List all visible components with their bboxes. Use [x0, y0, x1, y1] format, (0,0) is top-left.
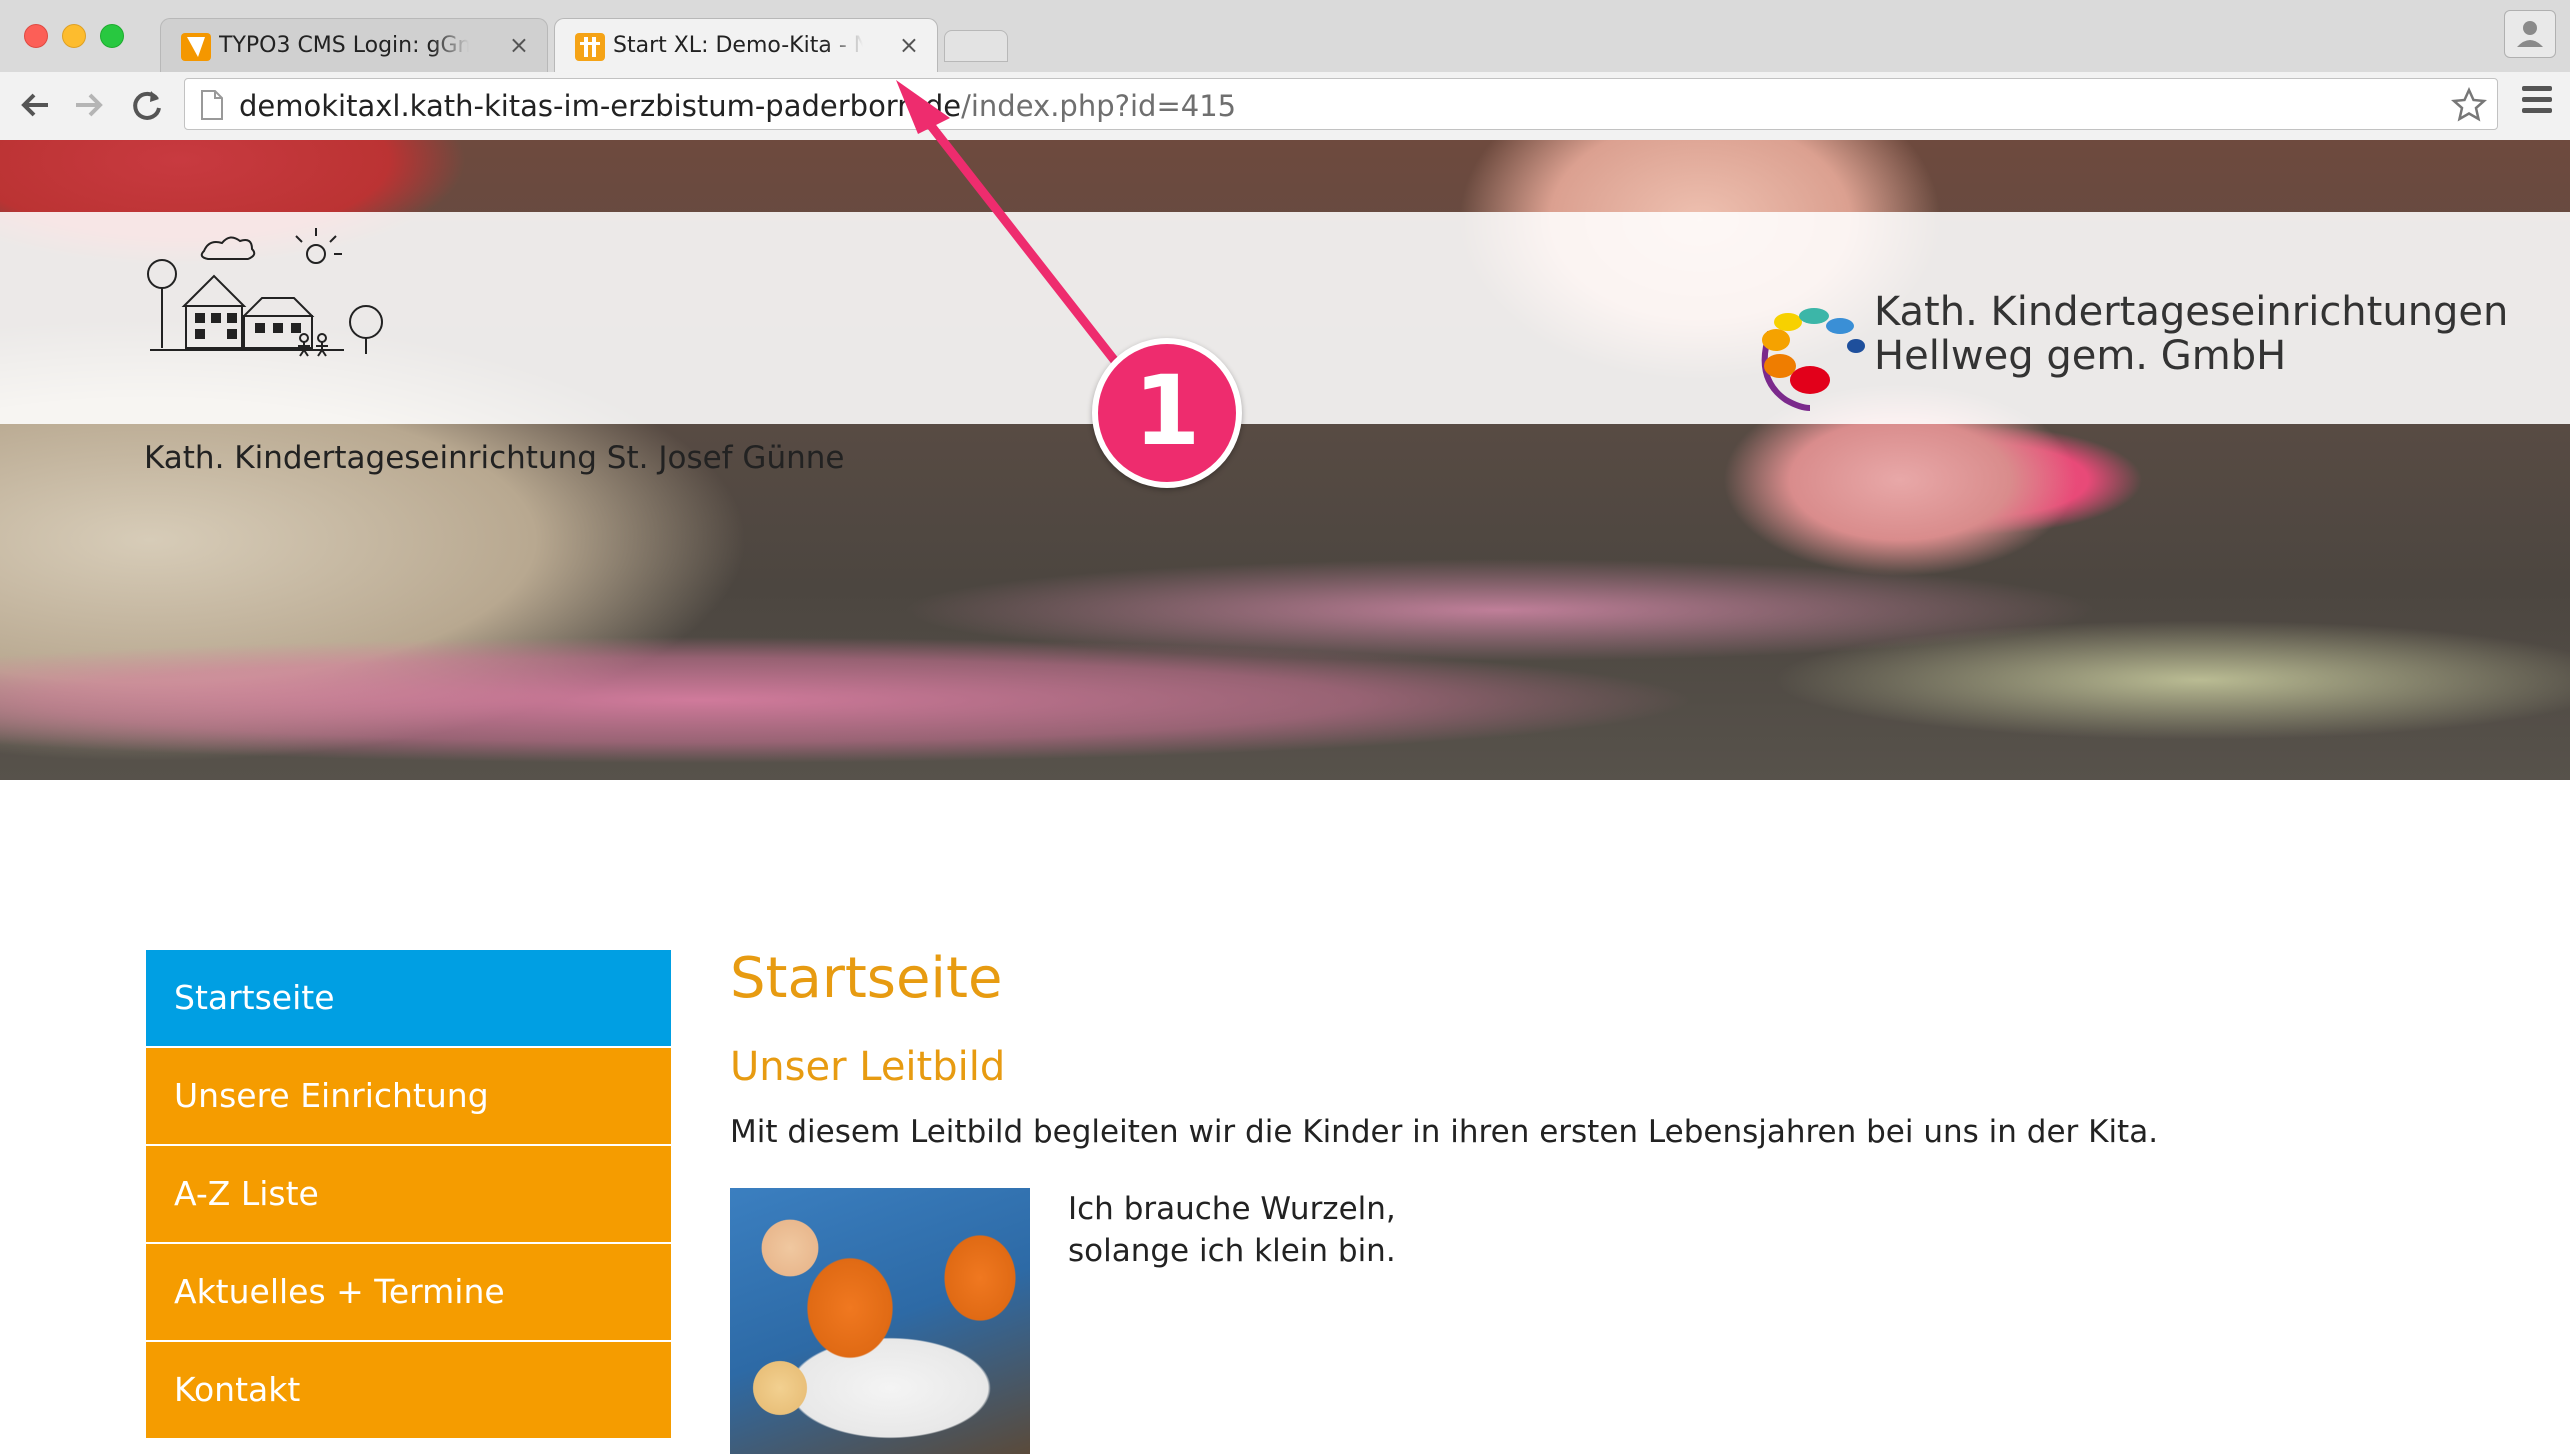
- page-icon: [201, 90, 223, 120]
- site-name[interactable]: Kath. Kindertageseinrichtung St. Josef G…: [144, 440, 844, 476]
- kita-house-drawing-logo[interactable]: [144, 226, 392, 366]
- profile-button[interactable]: [2504, 10, 2556, 58]
- tab-typo3-login[interactable]: TYPO3 CMS Login: gGmbH ×: [160, 18, 548, 72]
- org-name-line1: Kath. Kindertageseinrichtungen: [1874, 289, 2509, 335]
- tab-demo-kita[interactable]: Start XL: Demo-Kita - Name ×: [554, 18, 938, 72]
- forward-arrow-icon: [76, 93, 103, 117]
- nav-item-startseite[interactable]: Startseite: [146, 950, 671, 1046]
- kita-icon: [575, 33, 605, 61]
- address-bar[interactable]: demokitaxl.kath-kitas-im-erzbistum-pader…: [184, 78, 2498, 130]
- children-painting-photo: [730, 1188, 1030, 1454]
- close-tab-icon[interactable]: ×: [509, 31, 529, 59]
- annotation-badge: 1: [1092, 338, 1242, 488]
- minimize-window-button[interactable]: [62, 24, 86, 48]
- browser-menu-icon[interactable]: [2522, 86, 2552, 119]
- forward-button[interactable]: [66, 82, 112, 128]
- sidebar-nav: Startseite Unsere Einrichtung A-Z Liste …: [146, 950, 671, 1440]
- close-window-button[interactable]: [24, 24, 48, 48]
- hero-image: Kath. Kindertageseinrichtung St. Josef G…: [0, 140, 2570, 780]
- org-name[interactable]: Kath. Kindertageseinrichtungen Hellweg g…: [1874, 290, 2508, 378]
- tab-title: TYPO3 CMS Login: gGmbH: [219, 33, 469, 58]
- bookmark-star-icon[interactable]: [2451, 87, 2487, 123]
- nav-item-aktuelles-termine[interactable]: Aktuelles + Termine: [146, 1244, 671, 1340]
- site-header: Kath. Kindertageseinrichtung St. Josef G…: [0, 212, 2570, 476]
- close-tab-icon[interactable]: ×: [899, 31, 919, 59]
- section-title: Unser Leitbild: [730, 1044, 1006, 1090]
- url-text[interactable]: demokitaxl.kath-kitas-im-erzbistum-pader…: [239, 89, 1236, 123]
- page-title: Startseite: [730, 946, 1003, 1011]
- new-tab-button[interactable]: [944, 30, 1008, 62]
- nav-item-unsere-einrichtung[interactable]: Unsere Einrichtung: [146, 1048, 671, 1144]
- url-host: demokitaxl.kath-kitas-im-erzbistum-pader…: [239, 89, 962, 123]
- quote-line: solange ich klein bin.: [1068, 1233, 1396, 1269]
- back-button[interactable]: [12, 82, 58, 128]
- zoom-window-button[interactable]: [100, 24, 124, 48]
- back-arrow-icon: [21, 93, 48, 117]
- browser-titlebar: TYPO3 CMS Login: gGmbH × Start XL: Demo-…: [0, 0, 2570, 73]
- typo3-icon: [181, 33, 211, 61]
- person-icon: [2517, 21, 2543, 47]
- color-dots-org-logo[interactable]: [1756, 308, 1866, 428]
- reload-icon: [133, 91, 161, 120]
- intro-text: Mit diesem Leitbild begleiten wir die Ki…: [730, 1114, 2159, 1150]
- org-name-line2: Hellweg gem. GmbH: [1874, 333, 2287, 379]
- url-path: /index.php?id=415: [961, 89, 1237, 123]
- reload-button[interactable]: [124, 82, 170, 128]
- nav-item-kontakt[interactable]: Kontakt: [146, 1342, 671, 1438]
- tab-title: Start XL: Demo-Kita - Name: [613, 33, 863, 58]
- quote-text: Ich brauche Wurzeln, solange ich klein b…: [1068, 1188, 1396, 1272]
- nav-item-a-z-liste[interactable]: A-Z Liste: [146, 1146, 671, 1242]
- browser-toolbar: demokitaxl.kath-kitas-im-erzbistum-pader…: [0, 72, 2570, 141]
- quote-line: Ich brauche Wurzeln,: [1068, 1191, 1396, 1227]
